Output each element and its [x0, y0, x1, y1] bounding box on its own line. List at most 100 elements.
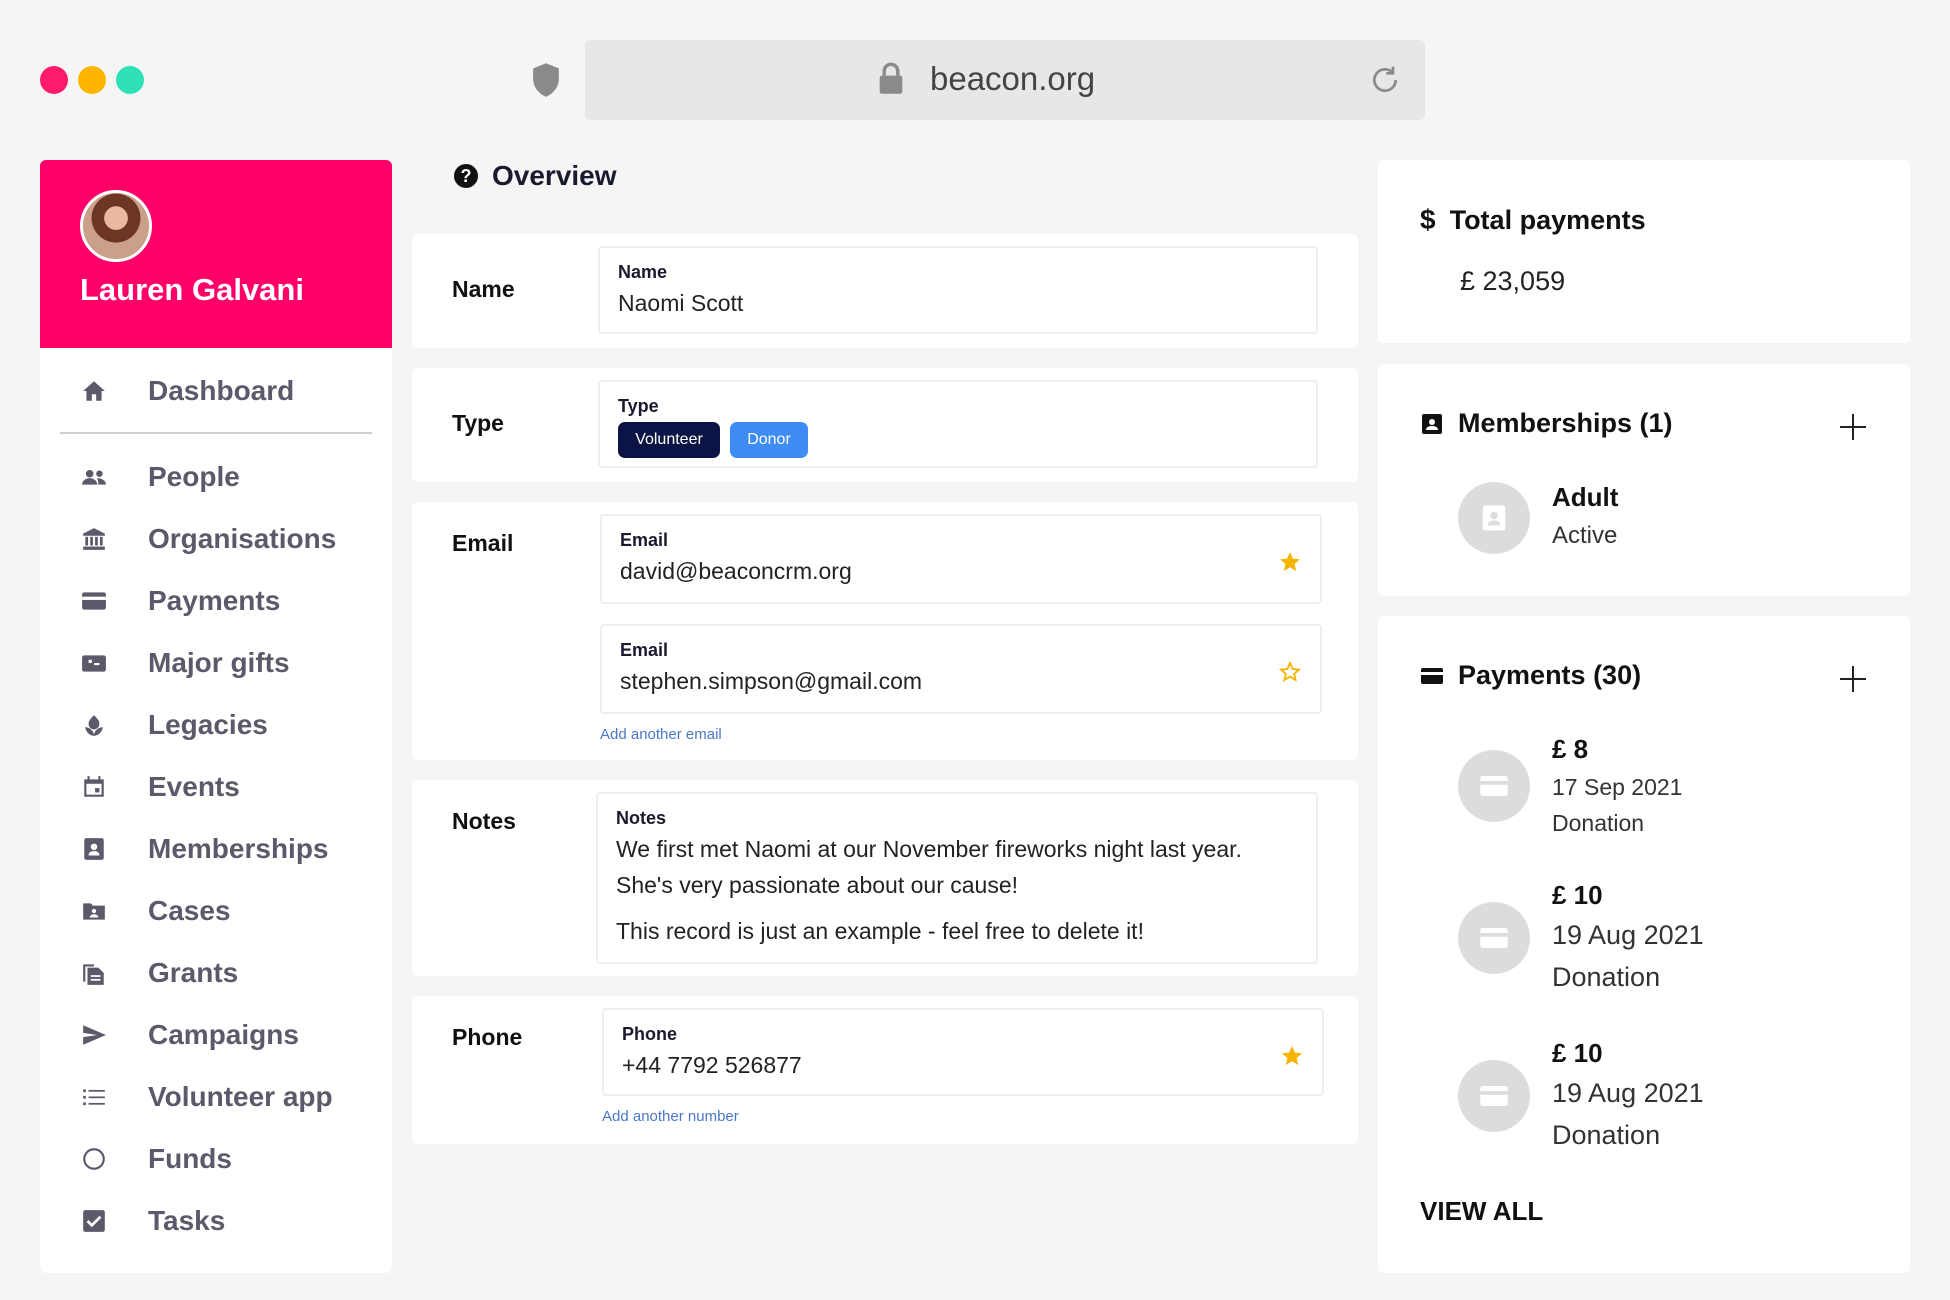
- name-value[interactable]: Naomi Scott: [618, 290, 743, 317]
- list-icon: [80, 1083, 108, 1111]
- minimize-window-button[interactable]: [78, 66, 106, 94]
- people-icon: [80, 463, 108, 491]
- payment-kind: Donation: [1552, 1120, 1661, 1150]
- payment-kind: Donation: [1552, 962, 1661, 992]
- membership-title[interactable]: Adult: [1552, 482, 1618, 513]
- payments-title: Payments (30): [1458, 660, 1642, 690]
- notes-field[interactable]: Notes We first met Naomi at our November…: [596, 792, 1318, 964]
- payment-amount[interactable]: £ 10: [1552, 880, 1603, 911]
- shield-icon[interactable]: [530, 62, 562, 98]
- payment-amount[interactable]: £ 8: [1552, 734, 1588, 765]
- field-label: Type: [618, 396, 659, 416]
- phone-field[interactable]: Phone +44 7792 526877: [602, 1008, 1324, 1096]
- star-filled-icon[interactable]: [1280, 1044, 1304, 1068]
- sidebar-item-grants[interactable]: Grants: [40, 942, 392, 1004]
- star-filled-icon[interactable]: [1278, 550, 1302, 574]
- sidebar-item-cases[interactable]: Cases: [40, 880, 392, 942]
- sidebar-item-events[interactable]: Events: [40, 756, 392, 818]
- card-icon: [80, 587, 108, 615]
- field-label: Name: [618, 262, 668, 282]
- total-payments-amount: £ 23,059: [1460, 266, 1566, 296]
- help-icon[interactable]: ?: [454, 164, 478, 188]
- member-card-icon: [1482, 505, 1506, 531]
- add-number-link[interactable]: Add another number: [602, 1108, 739, 1125]
- sidebar-item-label: Legacies: [148, 709, 268, 740]
- view-all-link[interactable]: VIEW ALL: [1420, 1196, 1543, 1227]
- tag-volunteer[interactable]: Volunteer: [618, 422, 720, 458]
- send-icon: [80, 1021, 108, 1049]
- star-outline-icon[interactable]: [1278, 660, 1302, 684]
- sidebar: Lauren Galvani Dashboard People Organisa…: [40, 160, 392, 1273]
- type-field[interactable]: Type Volunteer Donor: [598, 380, 1318, 468]
- membership-status: Active: [1552, 522, 1618, 549]
- maximize-window-button[interactable]: [116, 66, 144, 94]
- name-field[interactable]: Name Naomi Scott: [598, 246, 1318, 334]
- total-payments-title: Total payments: [1449, 204, 1646, 235]
- sidebar-item-label: Payments: [148, 585, 281, 616]
- email-row-label: Email: [452, 530, 514, 556]
- payment-date: 19 Aug 2021: [1552, 1078, 1704, 1108]
- add-email-link[interactable]: Add another email: [600, 726, 722, 743]
- avatar[interactable]: [80, 190, 152, 262]
- payments-card: Payments (30) £ 8 17 Sep 2021 Donation £…: [1378, 616, 1910, 1273]
- email-value[interactable]: david@beaconcrm.org: [620, 558, 852, 585]
- sidebar-item-funds[interactable]: Funds: [40, 1128, 392, 1190]
- email-field-secondary[interactable]: Email stephen.simpson@gmail.com: [600, 624, 1322, 714]
- payment-avatar: [1458, 1060, 1530, 1132]
- calendar-icon: [80, 773, 108, 801]
- phone-row-label: Phone: [452, 1024, 523, 1050]
- sidebar-item-payments[interactable]: Payments: [40, 570, 392, 632]
- page-title: Overview: [492, 160, 617, 191]
- reload-icon[interactable]: [1369, 64, 1401, 96]
- address-bar[interactable]: beacon.org: [585, 40, 1425, 120]
- phone-value[interactable]: +44 7792 526877: [622, 1052, 802, 1079]
- membership-avatar: [1458, 482, 1530, 554]
- sidebar-item-label: Cases: [148, 895, 231, 926]
- sidebar-item-major-gifts[interactable]: Major gifts: [40, 632, 392, 694]
- lock-icon: [879, 62, 903, 94]
- notes-line-2[interactable]: She's very passionate about our cause!: [616, 872, 1018, 899]
- sidebar-item-legacies[interactable]: Legacies: [40, 694, 392, 756]
- add-membership-button[interactable]: [1840, 414, 1866, 440]
- profile-header[interactable]: Lauren Galvani: [40, 160, 392, 348]
- sidebar-item-campaigns[interactable]: Campaigns: [40, 1004, 392, 1066]
- email-value[interactable]: stephen.simpson@gmail.com: [620, 668, 922, 695]
- tag-donor[interactable]: Donor: [730, 422, 808, 458]
- notes-line-3[interactable]: This record is just an example - feel fr…: [616, 918, 1144, 945]
- sidebar-item-volunteer-app[interactable]: Volunteer app: [40, 1066, 392, 1128]
- sidebar-item-people[interactable]: People: [40, 446, 392, 508]
- memberships-card: Memberships (1) Adult Active: [1378, 364, 1910, 596]
- card-icon: [1421, 667, 1443, 684]
- sidebar-item-label: Dashboard: [148, 375, 295, 406]
- add-payment-button[interactable]: [1840, 666, 1866, 692]
- flower-icon: [80, 711, 108, 739]
- notes-line-1[interactable]: We first met Naomi at our November firew…: [616, 836, 1242, 863]
- field-label: Phone: [622, 1024, 678, 1044]
- card-icon: [1480, 776, 1508, 796]
- checkbox-icon: [80, 1207, 108, 1235]
- sidebar-item-memberships[interactable]: Memberships: [40, 818, 392, 880]
- name-row-label: Name: [452, 276, 515, 302]
- notes-panel: Notes Notes We first met Naomi at our No…: [412, 780, 1358, 976]
- card-icon: [1480, 1086, 1508, 1106]
- sidebar-item-label: Memberships: [148, 833, 329, 864]
- field-label: Email: [620, 530, 669, 550]
- url-text[interactable]: beacon.org: [930, 60, 1095, 98]
- sidebar-item-label: People: [148, 461, 240, 492]
- sidebar-item-organisations[interactable]: Organisations: [40, 508, 392, 570]
- name-panel: Name Name Naomi Scott: [412, 234, 1358, 348]
- close-window-button[interactable]: [40, 66, 68, 94]
- sidebar-item-label: Campaigns: [148, 1019, 299, 1050]
- card-icon: [1480, 928, 1508, 948]
- sidebar-item-label: Organisations: [148, 523, 337, 554]
- sidebar-item-tasks[interactable]: Tasks: [40, 1190, 392, 1252]
- email-field-primary[interactable]: Email david@beaconcrm.org: [600, 514, 1322, 604]
- nav-divider: [60, 432, 372, 434]
- sidebar-item-dashboard[interactable]: Dashboard: [40, 360, 392, 422]
- case-folder-icon: [80, 897, 108, 925]
- payment-amount[interactable]: £ 10: [1552, 1038, 1603, 1069]
- notes-row-label: Notes: [452, 808, 516, 834]
- profile-name: Lauren Galvani: [80, 272, 304, 307]
- type-panel: Type Type Volunteer Donor: [412, 368, 1358, 482]
- phone-panel: Phone Phone +44 7792 526877 Add another …: [412, 996, 1358, 1144]
